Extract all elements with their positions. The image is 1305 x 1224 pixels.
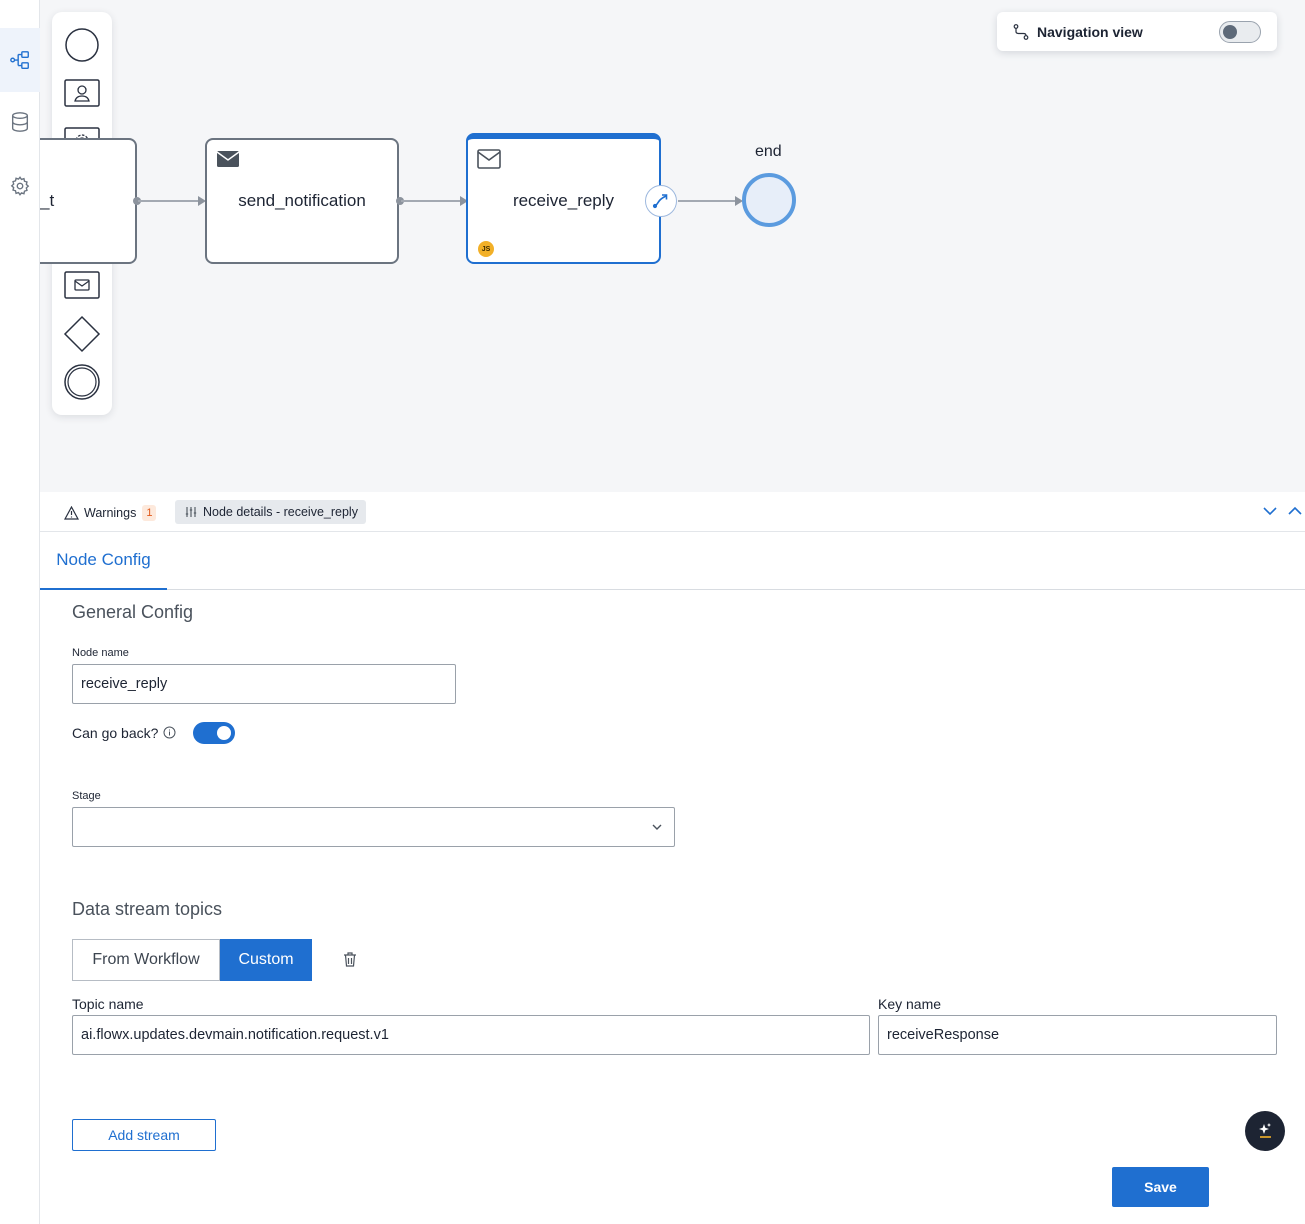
database-icon	[11, 112, 29, 132]
node-link-badge[interactable]	[645, 185, 677, 217]
js-script-badge: JS	[478, 241, 494, 257]
route-icon	[1013, 23, 1029, 40]
custom-button[interactable]: Custom	[220, 939, 312, 981]
end-event-icon	[64, 364, 100, 400]
send-message-icon	[216, 151, 240, 167]
save-button[interactable]: Save	[1112, 1167, 1209, 1207]
node-name-label: Node name	[72, 647, 129, 659]
stage-select[interactable]	[72, 807, 675, 847]
palette-receive-message[interactable]	[52, 261, 112, 309]
rail-item-data[interactable]	[0, 90, 40, 154]
key-name-input[interactable]: receiveResponse	[878, 1015, 1277, 1055]
process-canvas[interactable]: Navigation view _t send_notification rec…	[40, 0, 1305, 492]
add-stream-button[interactable]: Add stream	[72, 1119, 216, 1151]
topic-name-input[interactable]: ai.flowx.updates.devmain.notification.re…	[72, 1015, 870, 1055]
palette-start-event[interactable]	[52, 21, 112, 69]
node-send-notification-label: send_notification	[238, 191, 366, 210]
sliders-icon	[185, 507, 197, 517]
tab-node-config[interactable]: Node Config	[40, 532, 167, 590]
connector-line[interactable]	[138, 200, 198, 202]
node-details-tab[interactable]: Node details - receive_reply	[175, 500, 366, 524]
palette-end-event[interactable]	[52, 358, 112, 406]
can-go-back-toggle[interactable]	[193, 722, 235, 744]
process-flow-icon	[10, 51, 29, 69]
node-name-input[interactable]: receive_reply	[72, 664, 456, 704]
node-partial-label: _t	[40, 191, 55, 210]
config-subtab-bar: Node Config	[40, 532, 1305, 590]
warnings-count-badge: 1	[142, 505, 157, 521]
from-workflow-button[interactable]: From Workflow	[72, 939, 220, 981]
bottom-panel-tabs: Warnings 1 Node details - receive_reply	[40, 492, 1305, 532]
navigation-view-panel: Navigation view	[997, 12, 1277, 51]
chevron-down-icon	[652, 824, 662, 830]
warnings-tab[interactable]: Warnings 1	[64, 502, 157, 524]
end-event-label: end	[755, 143, 782, 160]
stage-label: Stage	[72, 790, 101, 802]
key-name-label: Key name	[878, 996, 942, 1012]
gear-icon	[10, 176, 30, 196]
general-config-title: General Config	[72, 602, 194, 622]
receive-message-icon	[64, 271, 100, 299]
palette-gateway[interactable]	[52, 310, 112, 358]
end-event-node[interactable]	[742, 173, 796, 227]
navigation-view-toggle[interactable]	[1219, 20, 1261, 43]
chevron-down-icon[interactable]	[1261, 502, 1279, 520]
receive-message-icon	[477, 149, 501, 169]
chevron-up-icon[interactable]	[1286, 502, 1304, 520]
left-rail	[0, 0, 40, 1224]
node-receive-reply[interactable]: receive_reply JS	[466, 133, 661, 264]
node-partial[interactable]: _t	[40, 138, 137, 264]
user-task-icon	[64, 79, 100, 107]
can-go-back-label: Can go back?	[72, 725, 159, 741]
connector-line[interactable]	[678, 200, 735, 202]
info-icon[interactable]	[163, 726, 176, 739]
node-receive-reply-label: receive_reply	[512, 191, 615, 210]
rail-item-process[interactable]	[0, 28, 40, 92]
topic-name-label: Topic name	[72, 996, 144, 1012]
node-send-notification[interactable]: send_notification	[205, 138, 399, 264]
trash-icon[interactable]	[342, 951, 358, 968]
warning-icon	[64, 506, 79, 520]
ai-assistant-button[interactable]	[1245, 1111, 1285, 1151]
connect-arrow-icon	[652, 194, 668, 209]
rail-item-settings[interactable]	[0, 154, 40, 218]
node-details-tab-label: Node details - receive_reply	[203, 505, 358, 519]
sparkle-icon	[1259, 1123, 1271, 1138]
navigation-view-label: Navigation view	[1037, 23, 1143, 40]
data-stream-topics-title: Data stream topics	[72, 899, 223, 919]
gateway-icon	[63, 315, 101, 353]
warnings-label: Warnings	[84, 506, 137, 520]
connector-line[interactable]	[401, 200, 460, 202]
palette-user-task[interactable]	[52, 69, 112, 117]
start-event-icon	[65, 28, 99, 62]
